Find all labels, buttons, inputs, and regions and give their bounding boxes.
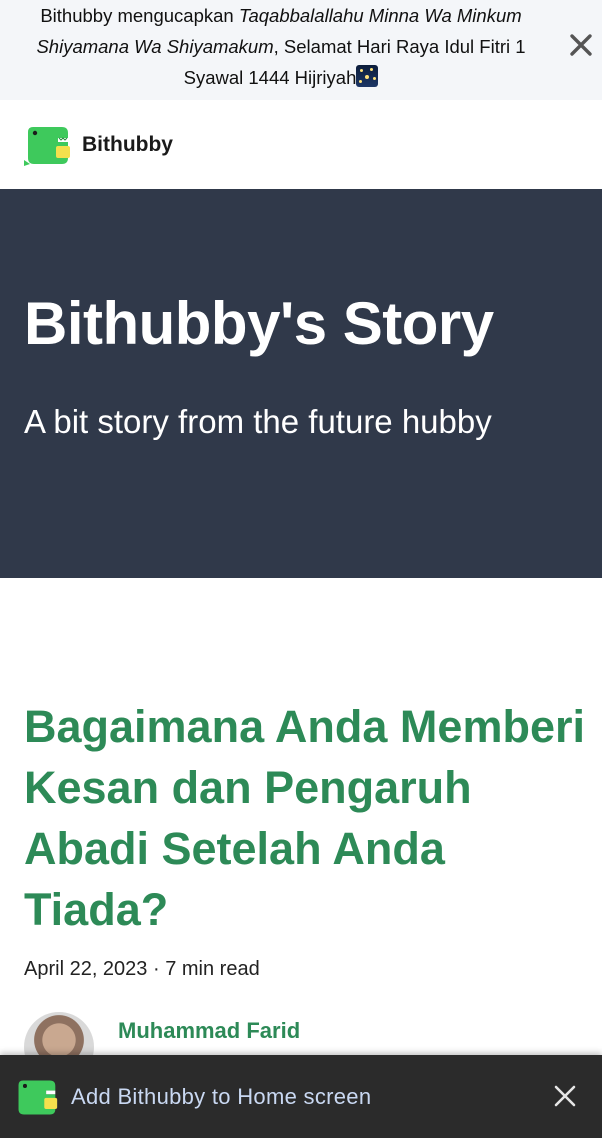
site-header: Bithubby [0,100,602,189]
blog-title: Bithubby's Story [24,290,494,357]
night-with-stars-icon [356,65,379,87]
announcement-italic-text: Shiyamana Wa Shiyamakum [36,36,274,57]
post-title-link[interactable]: Bagaimana Anda Memberi Kesan dan Pengaru… [24,696,594,940]
announcement-italic-text: Taqabbalallahu Minna Wa Minkum [238,5,522,26]
read-time: 7 min read [165,958,260,980]
crocodile-logo-icon [18,1079,58,1114]
meta-separator: · [147,958,166,980]
author-name[interactable]: Muhammad Farid [118,1018,300,1044]
install-banner-close-button[interactable] [550,1081,580,1111]
announcement-text: Bithubby mengucapkan [40,5,239,26]
site-name[interactable]: Bithubby [82,133,173,157]
announcement-line-2: Shiyamana Wa Shiyamakum, Selamat Hari Ra… [20,31,542,62]
blog-subtitle: A bit story from the future hubby [24,403,492,440]
add-to-home-screen-text[interactable]: Add Bithubby to Home screen [71,1084,371,1110]
close-icon [570,34,592,56]
post-date: April 22, 2023 [24,958,148,980]
close-icon [554,1085,576,1107]
hero-banner: Bithubby's Story A bit story from the fu… [0,189,602,578]
add-to-home-screen-banner[interactable]: Add Bithubby to Home screen [0,1055,602,1138]
post-meta: April 22, 2023 · 7 min read [24,958,260,981]
announcement-line-3: Syawal 1444 Hijriyah [20,62,542,93]
announcement-text: Syawal 1444 Hijriyah [183,67,357,88]
announcement-close-button[interactable] [564,28,598,62]
announcement-line-1: Bithubby mengucapkan Taqabbalallahu Minn… [20,0,542,31]
crocodile-logo-icon[interactable] [22,124,72,166]
announcement-bar: Bithubby mengucapkan Taqabbalallahu Minn… [0,0,602,100]
announcement-text: , Selamat Hari Raya Idul Fitri 1 [273,36,526,57]
